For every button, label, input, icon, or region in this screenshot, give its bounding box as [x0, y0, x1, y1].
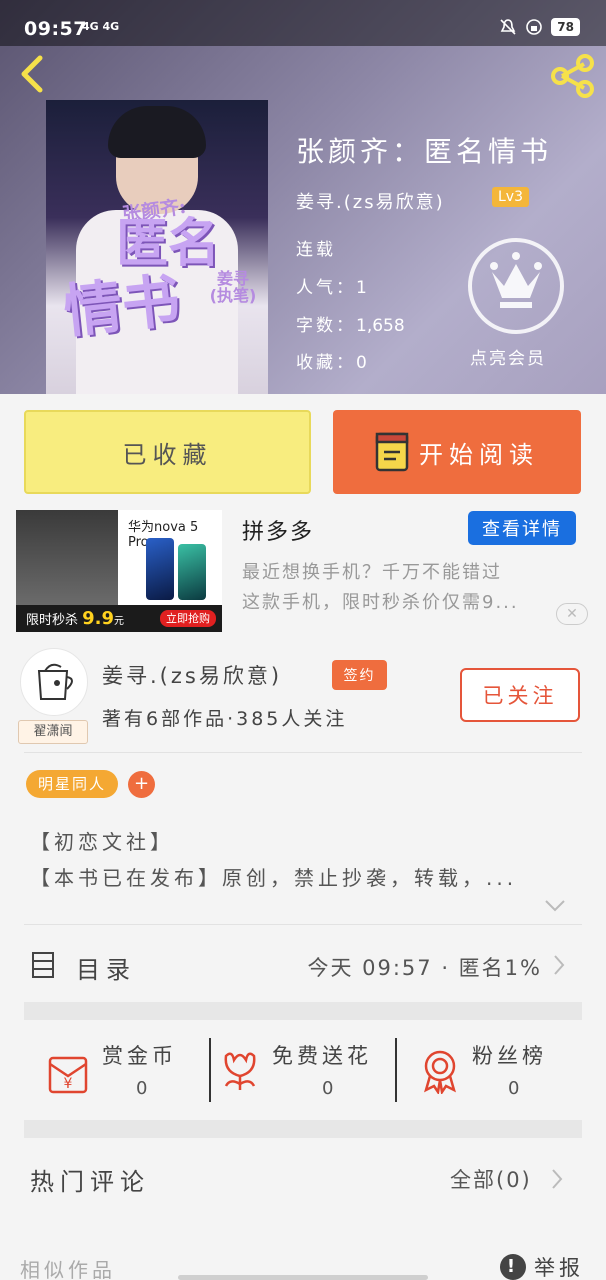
ad-close-icon[interactable]: ✕	[556, 603, 588, 625]
hot-comments-title: 热门评论	[30, 1168, 150, 1196]
ad-banner-unit: 元	[114, 616, 125, 627]
cover-title-line1: 匿名	[116, 213, 221, 274]
cup-illustration-icon	[37, 663, 73, 700]
report-label: 举报	[534, 1256, 584, 1280]
similar-works-title: 相似作品	[20, 1258, 116, 1280]
send-flower-label: 免费送花	[272, 1044, 372, 1068]
red-envelope-icon: ¥	[48, 1056, 88, 1094]
ad-banner-cta: 立即抢购	[160, 610, 216, 627]
intro-line1: 【初恋文社】	[30, 830, 174, 854]
catalog-row[interactable]: 目录 今天 09:57 · 匿名1%	[24, 930, 582, 1000]
ad-name[interactable]: 拼多多	[242, 514, 314, 546]
start-reading-button[interactable]: 开始阅读	[333, 410, 581, 494]
ad-banner-price: 9.9	[82, 608, 115, 629]
book-cover[interactable]: 张颜齐: 匿名 情书 姜寻(执笔)	[46, 100, 268, 394]
reward-divider	[209, 1038, 211, 1102]
share-icon[interactable]	[548, 52, 596, 100]
add-tag-button[interactable]: +	[128, 771, 155, 798]
cover-author-tag: 姜寻(执笔)	[209, 269, 257, 305]
reward-divider	[395, 1038, 397, 1102]
chevron-down-icon[interactable]	[544, 898, 566, 914]
reward-coins-button[interactable]: ¥ 赏金币 0	[46, 1040, 196, 1102]
home-indicator[interactable]	[178, 1275, 428, 1280]
book-author[interactable]: 姜寻.(zs易欣意)	[296, 188, 445, 214]
ad-description[interactable]: 最近想换手机？千万不能错过 这款手机，限时秒杀价仅需9...	[242, 558, 572, 618]
book-header: 09:57 4G 4G 78 张颜齐: 匿名 情书 姜寻(执笔) 张颜齐：匿名情…	[0, 0, 606, 394]
book-status: 连载	[296, 240, 336, 260]
favorited-label: 已收藏	[122, 440, 213, 469]
ad-desc-line2: 这款手机，限时秒杀价仅需9...	[242, 592, 519, 613]
flower-icon	[224, 1052, 256, 1090]
divider	[24, 924, 582, 925]
author-level-badge: Lv3	[492, 187, 529, 207]
fan-ranking-count: 0	[508, 1078, 520, 1099]
section-separator	[24, 1120, 582, 1138]
cover-figure-hair	[108, 106, 206, 158]
author-avatar[interactable]	[20, 648, 88, 716]
signed-badge: 签约	[332, 660, 387, 690]
crown-icon	[490, 252, 542, 308]
reward-coins-count: 0	[136, 1078, 148, 1099]
fan-ranking-label: 粉丝榜	[472, 1044, 547, 1068]
book-icon	[375, 432, 409, 472]
mute-icon	[500, 19, 516, 35]
catalog-latest-chapter: 今天 09:57 · 匿名1%	[307, 956, 542, 980]
ad-desc-line1: 最近想换手机？千万不能错过	[242, 562, 502, 583]
back-arrow-icon[interactable]	[14, 54, 54, 94]
chevron-right-icon[interactable]	[550, 1168, 564, 1190]
vip-button[interactable]	[468, 238, 564, 334]
warning-icon: !	[500, 1254, 526, 1280]
status-bar: 09:57 4G 4G 78	[0, 0, 606, 46]
author-name[interactable]: 姜寻.(zs易欣意)	[102, 660, 282, 690]
vip-label: 点亮会员	[470, 349, 546, 369]
popularity-label: 人气：	[296, 278, 356, 298]
svg-text:¥: ¥	[64, 1076, 73, 1092]
author-stats: 著有6部作品·385人关注	[102, 708, 348, 730]
ad-detail-button[interactable]: 查看详情	[468, 511, 576, 545]
catalog-list-icon	[32, 952, 54, 978]
book-favorites: 收藏：0	[296, 348, 370, 373]
battery-indicator: 78	[551, 18, 580, 36]
section-separator	[24, 1002, 582, 1020]
avatar-tag: 翟潇闻	[18, 720, 88, 744]
report-button[interactable]: ! 举报	[500, 1252, 584, 1280]
ad-banner: 限时秒杀 9.9元 立即抢购	[16, 605, 222, 632]
intro-line2: 【本书已在发布】原创，禁止抄袭，转载，...	[30, 866, 518, 890]
divider	[24, 752, 582, 753]
favorites-value: 0	[356, 353, 370, 373]
word-count-value: 1,658	[356, 316, 405, 336]
fan-ranking-button[interactable]: 粉丝榜 0	[420, 1040, 570, 1102]
chevron-right-icon	[554, 955, 565, 975]
ad-phone-green	[178, 544, 206, 600]
popularity-value: 1	[356, 278, 370, 298]
word-count-label: 字数：	[296, 316, 356, 336]
book-word-count: 字数：1,658	[296, 311, 405, 336]
status-icons: 78	[499, 18, 580, 36]
ad-phone-blue	[146, 538, 174, 600]
book-popularity: 人气：1	[296, 273, 370, 298]
send-flower-button[interactable]: 免费送花 0	[220, 1040, 390, 1102]
catalog-label: 目录	[76, 956, 136, 984]
favorites-label: 收藏：	[296, 353, 356, 373]
start-reading-label: 开始阅读	[419, 440, 539, 469]
lock-rotation-icon	[526, 19, 543, 35]
ad-crowd-photo	[16, 510, 118, 605]
network-indicator: 4G 4G	[82, 20, 120, 33]
medal-icon	[424, 1050, 456, 1094]
tag-star-fanfic[interactable]: 明星同人	[26, 770, 119, 798]
all-comments-link[interactable]: 全部(0)	[450, 1164, 532, 1194]
followed-button[interactable]: 已关注	[460, 668, 580, 722]
reward-coins-label: 赏金币	[102, 1044, 177, 1068]
status-time: 09:57	[24, 18, 87, 40]
ad-phone-title: 华为nova 5 Pro	[128, 520, 199, 550]
book-title: 张颜齐：匿名情书	[296, 135, 553, 168]
send-flower-count: 0	[322, 1078, 334, 1099]
ad-image[interactable]: 华为nova 5 Pro 限时秒杀 9.9元 立即抢购	[16, 510, 222, 632]
ad-banner-text: 限时秒杀	[26, 613, 79, 628]
favorited-button[interactable]: 已收藏	[24, 410, 311, 494]
cover-title-line2: 情书	[60, 266, 184, 346]
